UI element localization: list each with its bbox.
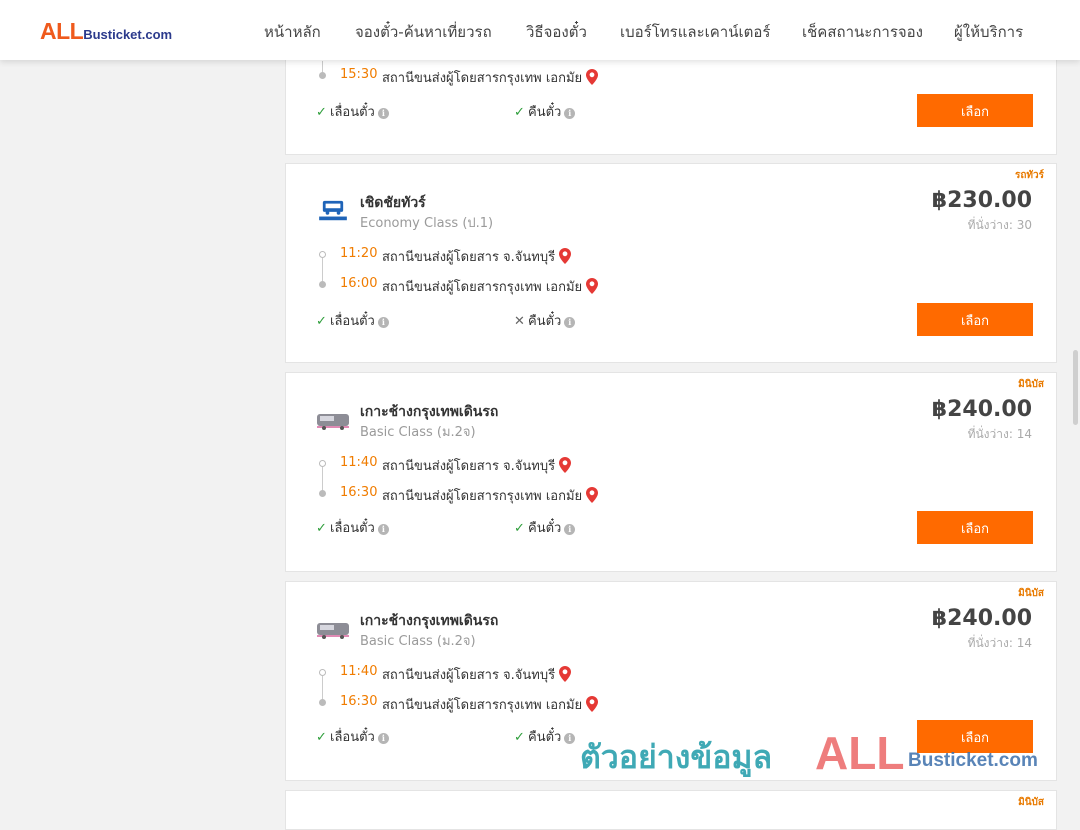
trip-card: มินิบัส: [285, 790, 1057, 830]
departure-dot: [319, 669, 326, 676]
bus-type-badge: มินิบัส: [1018, 379, 1044, 390]
nav-check-booking[interactable]: เช็คสถานะการจอง: [802, 20, 923, 44]
bus-class: Economy Class (ป.1): [360, 216, 494, 231]
watermark-logo-busticket: Busticket.com: [908, 750, 1038, 771]
departure-station: สถานีขนส่งผู้โดยสาร จ.จันทบุรี: [382, 455, 572, 476]
arrival-dot: [319, 72, 326, 79]
bus-type-badge: รถทัวร์: [1014, 170, 1044, 181]
logo-busticket: Busticket.com: [83, 27, 173, 42]
check-icon: ✓: [316, 314, 327, 329]
info-icon[interactable]: i: [564, 317, 576, 328]
arrival-time: 16:30: [340, 485, 378, 500]
map-pin-icon: [586, 696, 599, 712]
timeline-line: [322, 676, 323, 700]
operator-name: เชิดชัยทัวร์: [360, 195, 426, 211]
info-icon[interactable]: i: [377, 317, 389, 328]
check-icon: ✓: [316, 105, 327, 120]
ticket-price: ฿230.00: [931, 188, 1032, 213]
timeline-line: [322, 258, 323, 282]
trip-card: รถทัวร์ เชิดชัยทัวร์ Economy Class (ป.1)…: [285, 163, 1057, 363]
map-pin-icon: [586, 487, 599, 503]
check-icon: ✓: [514, 521, 525, 536]
departure-time: 11:40: [340, 455, 378, 470]
departure-station: สถานีขนส่งผู้โดยสาร จ.จันทบุรี: [382, 664, 572, 685]
seats-available: ที่นั่งว่าง: 30: [967, 218, 1032, 232]
arrival-time: 16:00: [340, 276, 378, 291]
info-icon[interactable]: i: [564, 108, 576, 119]
operator-logo: [317, 414, 349, 430]
seats-available: ที่นั่งว่าง: 14: [967, 636, 1032, 650]
feature-refund: ✕ คืนตั๋ว i: [514, 310, 576, 331]
map-pin-icon: [559, 457, 572, 473]
cross-icon: ✕: [514, 314, 525, 329]
map-pin-icon: [586, 278, 599, 294]
departure-station: สถานีขนส่งผู้โดยสาร จ.จันทบุรี: [382, 246, 572, 267]
page-scrollbar[interactable]: [1073, 350, 1078, 425]
info-icon[interactable]: i: [564, 524, 576, 535]
info-icon[interactable]: i: [377, 733, 389, 744]
operator-name: เกาะช้างกรุงเทพเดินรถ: [360, 613, 499, 629]
feature-refund: ✓ คืนตั๋ว i: [514, 726, 576, 747]
select-trip-button[interactable]: เลือก: [917, 94, 1033, 127]
ticket-price: ฿240.00: [931, 397, 1032, 422]
operator-name: เกาะช้างกรุงเทพเดินรถ: [360, 404, 499, 420]
bus-class: Basic Class (ม.2จ): [360, 634, 476, 649]
select-trip-button[interactable]: เลือก: [917, 303, 1033, 336]
info-icon[interactable]: i: [377, 524, 389, 535]
feature-refund: ✓ คืนตั๋ว i: [514, 517, 576, 538]
select-trip-button[interactable]: เลือก: [917, 720, 1033, 753]
check-icon: ✓: [514, 105, 525, 120]
trip-card: มินิบัส เกาะช้างกรุงเทพเดินรถ Basic Clas…: [285, 372, 1057, 572]
ticket-price: ฿240.00: [931, 606, 1032, 631]
nav-home[interactable]: หน้าหลัก: [264, 20, 321, 44]
departure-dot: [319, 251, 326, 258]
arrival-station: สถานีขนส่งผู้โดยสารกรุงเทพ เอกมัย: [382, 276, 599, 297]
logo-all: ALL: [40, 18, 84, 44]
watermark-logo-all: ALL: [815, 727, 905, 779]
check-icon: ✓: [514, 730, 525, 745]
arrival-time: 16:30: [340, 694, 378, 709]
arrival-time: 15:30: [340, 67, 378, 82]
info-icon[interactable]: i: [377, 108, 389, 119]
feature-reschedule: ✓ เลื่อนตั๋ว i: [316, 310, 389, 331]
info-icon[interactable]: i: [564, 733, 576, 744]
bus-type-badge: มินิบัส: [1018, 797, 1044, 808]
operator-logo: [319, 200, 347, 221]
arrival-dot: [319, 490, 326, 497]
arrival-dot: [319, 699, 326, 706]
map-pin-icon: [559, 248, 572, 264]
select-trip-button[interactable]: เลือก: [917, 511, 1033, 544]
map-pin-icon: [559, 666, 572, 682]
operator-logo: [317, 623, 349, 639]
bus-type-badge: มินิบัส: [1018, 588, 1044, 599]
feature-reschedule: ✓ เลื่อนตั๋ว i: [316, 101, 389, 122]
departure-dot: [319, 460, 326, 467]
feature-reschedule: ✓ เลื่อนตั๋ว i: [316, 517, 389, 538]
nav-contact-counters[interactable]: เบอร์โทรและเคาน์เตอร์: [620, 20, 770, 44]
nav-book-search[interactable]: จองตั๋ว-ค้นหาเที่ยวรถ: [355, 20, 492, 44]
departure-time: 11:40: [340, 664, 378, 679]
nav-operators[interactable]: ผู้ให้บริการ: [954, 20, 1023, 44]
watermark-text: ตัวอย่างข้อมูล: [580, 738, 773, 776]
seats-available: ที่นั่งว่าง: 14: [967, 427, 1032, 441]
arrival-station: สถานีขนส่งผู้โดยสารกรุงเทพ เอกมัย: [382, 485, 599, 506]
site-logo[interactable]: ALLBusticket.com: [40, 18, 172, 45]
check-icon: ✓: [316, 521, 327, 536]
nav-how-to-book[interactable]: วิธีจองตั๋ว: [526, 20, 587, 44]
bus-class: Basic Class (ม.2จ): [360, 425, 476, 440]
feature-reschedule: ✓ เลื่อนตั๋ว i: [316, 726, 389, 747]
arrival-station: สถานีขนส่งผู้โดยสารกรุงเทพ เอกมัย: [382, 67, 599, 88]
map-pin-icon: [586, 69, 599, 85]
check-icon: ✓: [316, 730, 327, 745]
feature-refund: ✓ คืนตั๋ว i: [514, 101, 576, 122]
arrival-dot: [319, 281, 326, 288]
arrival-station: สถานีขนส่งผู้โดยสารกรุงเทพ เอกมัย: [382, 694, 599, 715]
departure-time: 11:20: [340, 246, 378, 261]
timeline-line: [322, 467, 323, 491]
top-header: ALLBusticket.com หน้าหลัก จองตั๋ว-ค้นหาเ…: [0, 0, 1080, 60]
